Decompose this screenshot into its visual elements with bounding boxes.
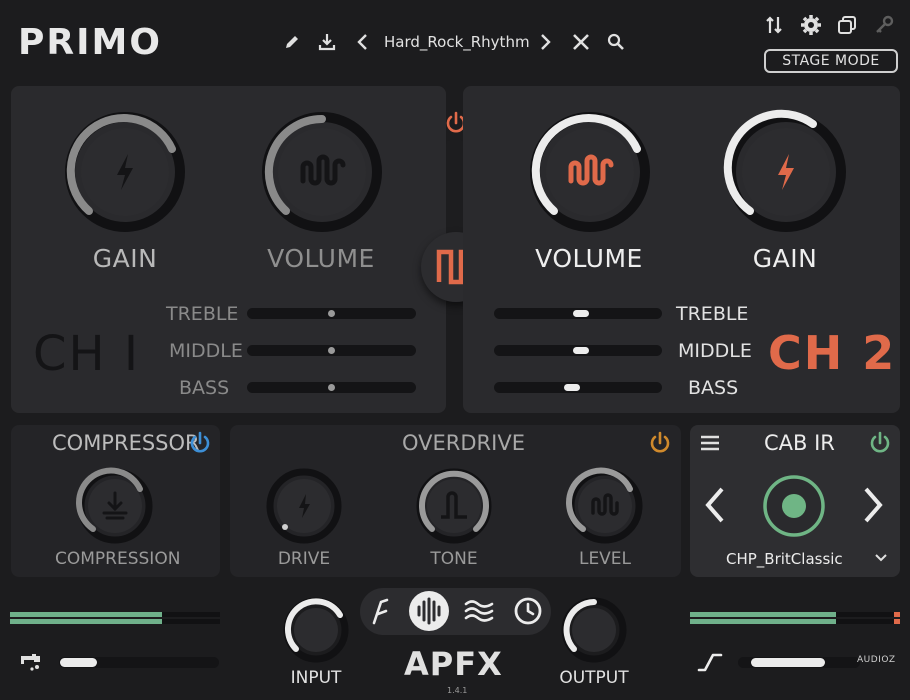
gear-icon[interactable] [800, 14, 822, 36]
input-knob[interactable] [283, 597, 349, 663]
clock-icon[interactable] [513, 596, 543, 626]
ch2-treble-thumb[interactable] [573, 310, 589, 317]
copy-icon[interactable] [836, 14, 858, 36]
ch1-treble-slider[interactable] [247, 308, 416, 319]
ch1-middle-label: MIDDLE [169, 340, 243, 362]
ch2-volume-knob[interactable] [527, 109, 653, 235]
limiter-slider[interactable] [738, 657, 860, 668]
eq-icon[interactable] [463, 597, 495, 625]
version-label: 1.4.1 [447, 686, 468, 695]
ch2-treble-slider[interactable] [494, 308, 662, 319]
ch1-bass-slider[interactable] [247, 382, 416, 393]
cab-ir-title: CAB IR [764, 431, 835, 455]
ch1-bass-label: BASS [179, 377, 230, 399]
preset-name[interactable]: Hard_Rock_Rhythm [384, 33, 530, 51]
compression-knob[interactable] [76, 467, 154, 545]
output-meter-right-clip [894, 619, 900, 624]
cab-ir-preset[interactable]: CHP_BritClassic [726, 550, 843, 568]
brand-logo: APFX [404, 645, 503, 683]
amp-icon[interactable] [408, 590, 450, 632]
ch1-gain-label: GAIN [92, 244, 158, 273]
output-meter-right [690, 619, 836, 624]
gate-slider[interactable] [59, 657, 219, 668]
limiter-slider-thumb[interactable] [751, 658, 825, 667]
ch1-volume-knob[interactable] [259, 109, 385, 235]
ch2-bass-label: BASS [688, 377, 739, 399]
output-meter-left-clip [894, 612, 900, 617]
cab-prev-icon[interactable] [702, 485, 728, 525]
ch2-bass-slider[interactable] [494, 382, 662, 393]
ch2-volume-label: VOLUME [535, 244, 643, 273]
input-meter-left-empty [162, 612, 220, 617]
routing-icon[interactable] [763, 14, 785, 36]
ch2-middle-thumb[interactable] [573, 347, 589, 354]
ch2-bass-thumb[interactable] [564, 384, 580, 391]
ch2-middle-label: MIDDLE [678, 340, 752, 362]
gate-slider-thumb[interactable] [60, 658, 97, 667]
output-meter-left [690, 612, 836, 617]
chevron-right-icon[interactable] [534, 31, 556, 53]
ch1-bass-thumb[interactable] [328, 384, 335, 391]
ch2-middle-slider[interactable] [494, 345, 662, 356]
level-knob[interactable] [566, 467, 644, 545]
output-meter-left-empty [836, 612, 894, 617]
level-label: LEVEL [578, 549, 632, 569]
ch1-gain-knob[interactable] [62, 109, 188, 235]
input-label: INPUT [290, 668, 342, 688]
output-label: OUTPUT [559, 668, 629, 688]
cab-next-icon[interactable] [860, 485, 886, 525]
drive-label: DRIVE [277, 549, 331, 569]
ch1-label[interactable]: CH I [33, 326, 140, 382]
tuner-icon[interactable] [369, 596, 393, 626]
ch1-treble-thumb[interactable] [328, 310, 335, 317]
tone-label: TONE [430, 549, 478, 569]
overdrive-title: OVERDRIVE [402, 431, 525, 455]
watermark: AUDIOZ [857, 655, 896, 665]
output-knob[interactable] [561, 597, 627, 663]
ch1-volume-label: VOLUME [267, 244, 375, 273]
compressor-power-icon[interactable] [188, 431, 212, 455]
ch2-gain-label: GAIN [752, 244, 818, 273]
key-icon[interactable] [873, 14, 895, 36]
compressor-title: COMPRESSOR [52, 431, 200, 455]
output-meter-right-empty [836, 619, 894, 624]
ch1-middle-thumb[interactable] [328, 347, 335, 354]
tone-knob[interactable] [415, 467, 493, 545]
gate-icon[interactable] [18, 650, 44, 672]
cab-ir-power-icon[interactable] [868, 431, 892, 455]
ch2-treble-label: TREBLE [676, 303, 749, 325]
drive-knob[interactable] [265, 467, 343, 545]
download-icon[interactable] [316, 31, 338, 53]
input-meter-left [10, 612, 162, 617]
app-logo: PRIMO [18, 22, 162, 63]
input-meter-right [10, 619, 162, 624]
close-icon[interactable] [570, 31, 592, 53]
ch1-treble-label: TREBLE [166, 303, 239, 325]
limiter-icon[interactable] [696, 650, 724, 674]
overdrive-power-icon[interactable] [648, 431, 672, 455]
compression-label: COMPRESSION [55, 549, 181, 569]
ch2-label[interactable]: CH 2 [768, 326, 896, 380]
stage-mode-button[interactable]: STAGE MODE [764, 49, 898, 73]
ch2-gain-knob[interactable] [723, 109, 849, 235]
chevron-left-icon[interactable] [352, 31, 374, 53]
ch1-middle-slider[interactable] [247, 345, 416, 356]
search-icon[interactable] [605, 31, 627, 53]
input-meter-right-empty [162, 619, 220, 624]
cab-dropdown-icon[interactable] [874, 552, 888, 564]
pencil-icon[interactable] [281, 31, 303, 53]
menu-icon[interactable] [699, 433, 721, 453]
cab-ir-button[interactable] [762, 474, 826, 538]
